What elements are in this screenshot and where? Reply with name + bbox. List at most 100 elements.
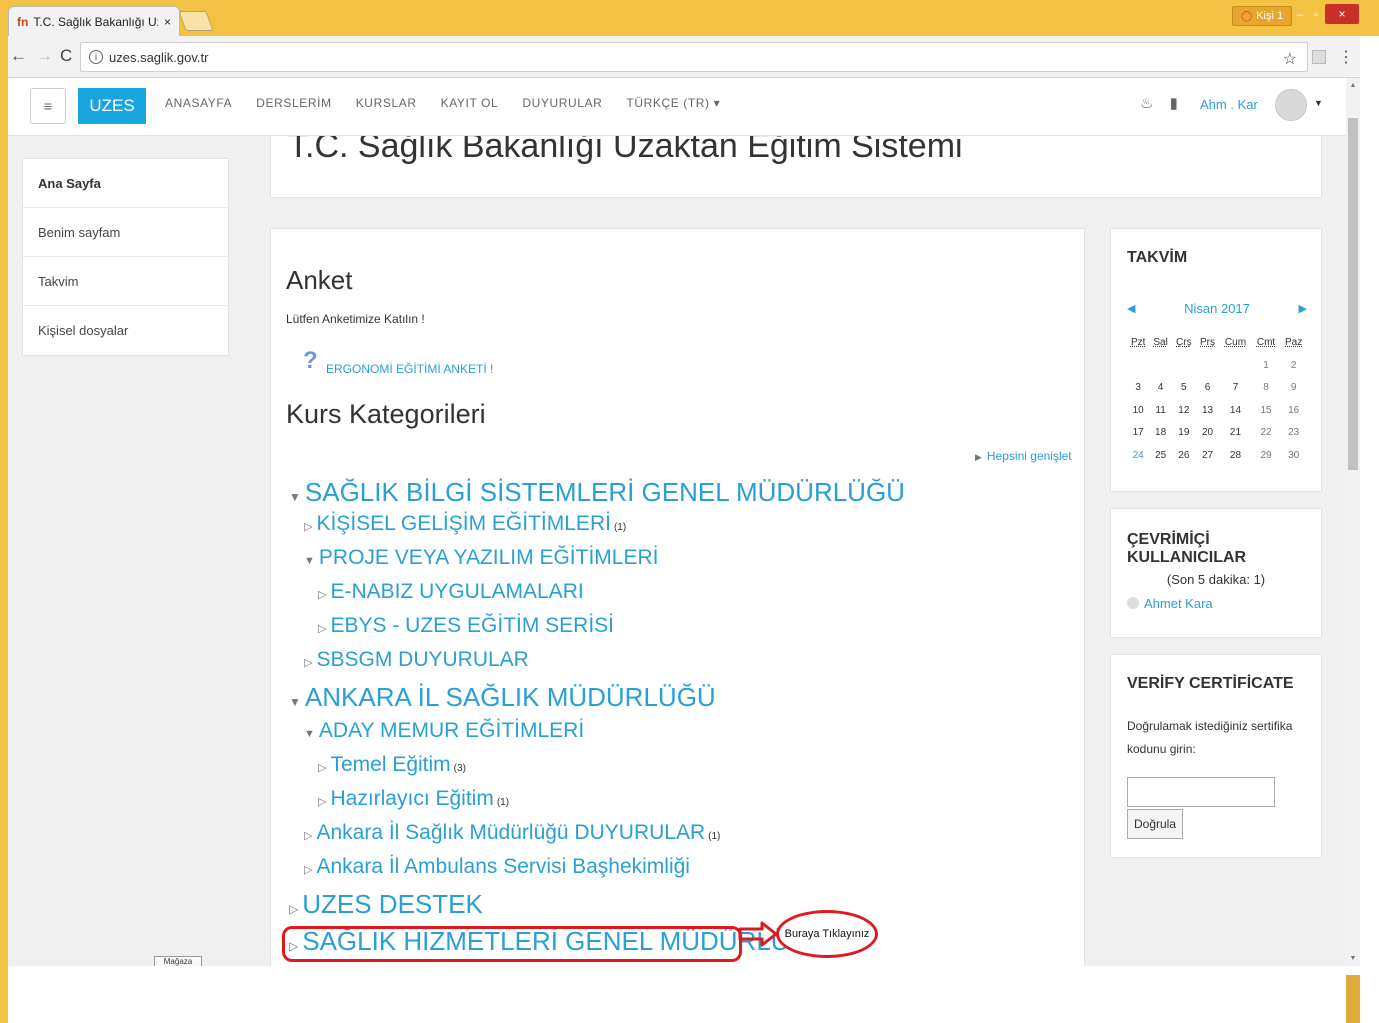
- category-item[interactable]: ▷ E-NABIZ UYGULAMALARI: [318, 580, 584, 604]
- category-item[interactable]: ▼ PROJE VEYA YAZILIM EĞİTİMLERİ: [304, 546, 658, 570]
- calendar-day[interactable]: 5: [1172, 377, 1196, 400]
- calendar-day[interactable]: 25: [1149, 444, 1171, 467]
- category-item[interactable]: ▼ SAĞLIK BİLGİ SİSTEMLERİ GENEL MÜDÜRLÜĞÜ: [289, 477, 905, 508]
- nav-item-anasayfa[interactable]: ANASAYFA: [165, 96, 232, 110]
- calendar-day[interactable]: 26: [1172, 444, 1196, 467]
- calendar-day[interactable]: 29: [1252, 444, 1280, 467]
- browser-menu-icon[interactable]: ⋮: [1338, 47, 1354, 67]
- calendar-day[interactable]: 28: [1219, 444, 1252, 467]
- notification-bell-icon[interactable]: ♨: [1140, 95, 1153, 112]
- collapsed-caret-icon[interactable]: ▷: [318, 796, 326, 808]
- collapsed-caret-icon[interactable]: ▷: [304, 830, 312, 842]
- scroll-thumb[interactable]: [1348, 118, 1358, 470]
- calendar-day[interactable]: 7: [1219, 377, 1252, 400]
- nav-item-language[interactable]: TÜRKÇE (TR) ▾: [626, 96, 720, 110]
- minimize-icon[interactable]: –: [1292, 4, 1308, 24]
- collapsed-caret-icon[interactable]: ▷: [304, 657, 312, 669]
- expanded-caret-icon[interactable]: ▼: [304, 555, 315, 567]
- calendar-day[interactable]: 2: [1280, 354, 1307, 377]
- online-user[interactable]: Ahmet Kara: [1127, 596, 1213, 611]
- anket-link[interactable]: ERGONOMİ EĞİTİMİ ANKETİ !: [326, 362, 493, 376]
- calendar-day[interactable]: 1: [1252, 354, 1280, 377]
- address-bar[interactable]: i uzes.saglik.gov.tr ☆: [80, 42, 1308, 72]
- category-item[interactable]: ▷ KİŞİSEL GELİŞİM EĞİTİMLERİ (1): [304, 512, 626, 536]
- calendar-day[interactable]: 8: [1252, 377, 1280, 400]
- calendar-day[interactable]: 22: [1252, 422, 1280, 445]
- calendar-day[interactable]: 23: [1280, 422, 1307, 445]
- forward-arrow-icon[interactable]: →: [36, 46, 53, 66]
- expand-all-link[interactable]: ▶ Hepsini genişlet: [975, 449, 1072, 463]
- dock-button[interactable]: Maĝaza: [154, 956, 202, 966]
- calendar-day[interactable]: 20: [1196, 422, 1219, 445]
- expanded-caret-icon[interactable]: ▼: [289, 490, 301, 504]
- verify-button[interactable]: Doğrula: [1127, 809, 1183, 839]
- prev-month-icon[interactable]: ◀: [1127, 302, 1135, 315]
- nav-item-derslerim[interactable]: DERSLERİM: [256, 96, 331, 110]
- calendar-day[interactable]: 9: [1280, 377, 1307, 400]
- messages-icon[interactable]: ▮: [1170, 95, 1178, 112]
- nav-item-kurslar[interactable]: KURSLAR: [356, 96, 417, 110]
- calendar-day[interactable]: 30: [1280, 444, 1307, 467]
- maximize-icon[interactable]: ▫: [1308, 4, 1324, 24]
- expanded-caret-icon[interactable]: ▼: [304, 728, 315, 740]
- category-item[interactable]: ▼ ANKARA İL SAĞLIK MÜDÜRLÜĞÜ: [289, 682, 716, 713]
- collapsed-caret-icon[interactable]: ▷: [304, 864, 312, 876]
- expanded-caret-icon[interactable]: ▼: [289, 695, 301, 709]
- user-name[interactable]: Ahm . Kar: [1200, 97, 1258, 112]
- calendar-day[interactable]: 10: [1127, 399, 1149, 422]
- tab-close-icon[interactable]: ×: [164, 15, 171, 29]
- certificate-code-input[interactable]: [1127, 777, 1275, 807]
- sidebar-item-benim-sayfam[interactable]: Benim sayfam: [23, 208, 228, 257]
- calendar-day[interactable]: 17: [1127, 422, 1149, 445]
- calendar-day[interactable]: 13: [1196, 399, 1219, 422]
- category-item[interactable]: ▷ Hazırlayıcı Eğitim (1): [318, 787, 509, 811]
- scroll-up-icon[interactable]: ▲: [1346, 82, 1360, 89]
- collapsed-caret-icon[interactable]: ▷: [304, 521, 312, 533]
- profile-button[interactable]: ◯ Kişi 1: [1232, 6, 1293, 26]
- calendar-month[interactable]: Nisan 2017: [1184, 301, 1250, 316]
- calendar-day[interactable]: 3: [1127, 377, 1149, 400]
- calendar-day[interactable]: 11: [1149, 399, 1171, 422]
- calendar-day[interactable]: 14: [1219, 399, 1252, 422]
- extension-icon[interactable]: [1312, 50, 1326, 64]
- category-item[interactable]: ▷ EBYS - UZES EĞİTİM SERİSİ: [318, 614, 614, 638]
- category-item[interactable]: ▼ ADAY MEMUR EĞİTİMLERİ: [304, 719, 584, 743]
- calendar-day[interactable]: 27: [1196, 444, 1219, 467]
- calendar-day[interactable]: 6: [1196, 377, 1219, 400]
- avatar[interactable]: [1275, 89, 1307, 121]
- sidebar-item-takvim[interactable]: Takvim: [23, 257, 228, 306]
- brand-logo[interactable]: UZES: [78, 88, 146, 124]
- back-arrow-icon[interactable]: ←: [10, 46, 27, 66]
- collapsed-caret-icon[interactable]: ▷: [318, 589, 326, 601]
- chevron-down-icon[interactable]: ▼: [1314, 98, 1323, 108]
- reload-icon[interactable]: C: [60, 46, 72, 66]
- collapsed-caret-icon[interactable]: ▷: [318, 623, 326, 635]
- calendar-day[interactable]: 21: [1219, 422, 1252, 445]
- calendar-day[interactable]: 4: [1149, 377, 1171, 400]
- scroll-down-icon[interactable]: ▼: [1346, 955, 1360, 962]
- calendar-day[interactable]: 16: [1280, 399, 1307, 422]
- collapsed-caret-icon[interactable]: ▷: [318, 762, 326, 774]
- calendar-day[interactable]: 12: [1172, 399, 1196, 422]
- category-item[interactable]: ▷ Ankara İl Sağlık Müdürlüğü DUYURULAR (1): [304, 821, 720, 845]
- category-item[interactable]: ▷ Ankara İl Ambulans Servisi Başhekimliği: [304, 855, 690, 879]
- nav-item-kayit-ol[interactable]: KAYIT OL: [441, 96, 499, 110]
- category-item[interactable]: ▷ SBSGM DUYURULAR: [304, 648, 529, 672]
- calendar-day[interactable]: 18: [1149, 422, 1171, 445]
- category-item[interactable]: ▷ Temel Eğitim (3): [318, 753, 466, 777]
- window-close-icon[interactable]: ×: [1325, 4, 1359, 24]
- nav-item-duyurular[interactable]: DUYURULAR: [522, 96, 602, 110]
- next-month-icon[interactable]: ▶: [1299, 302, 1307, 315]
- sidebar-item-ana-sayfa[interactable]: Ana Sayfa: [23, 159, 228, 208]
- sidebar-item-kisisel-dosyalar[interactable]: Kişisel dosyalar: [23, 306, 228, 355]
- menu-toggle-button[interactable]: ≡: [30, 88, 66, 124]
- collapsed-caret-icon[interactable]: ▷: [289, 902, 298, 916]
- calendar-day[interactable]: 24: [1127, 444, 1149, 467]
- browser-tab[interactable]: fn T.C. Sağlık Bakanlığı Uza ×: [8, 6, 180, 36]
- category-item[interactable]: ▷ UZES DESTEK: [289, 889, 483, 920]
- bookmark-star-icon[interactable]: ☆: [1283, 49, 1297, 69]
- page-scrollbar[interactable]: ▲ ▼: [1346, 78, 1360, 966]
- calendar-day[interactable]: 15: [1252, 399, 1280, 422]
- calendar-day[interactable]: 19: [1172, 422, 1196, 445]
- info-icon[interactable]: i: [89, 50, 103, 64]
